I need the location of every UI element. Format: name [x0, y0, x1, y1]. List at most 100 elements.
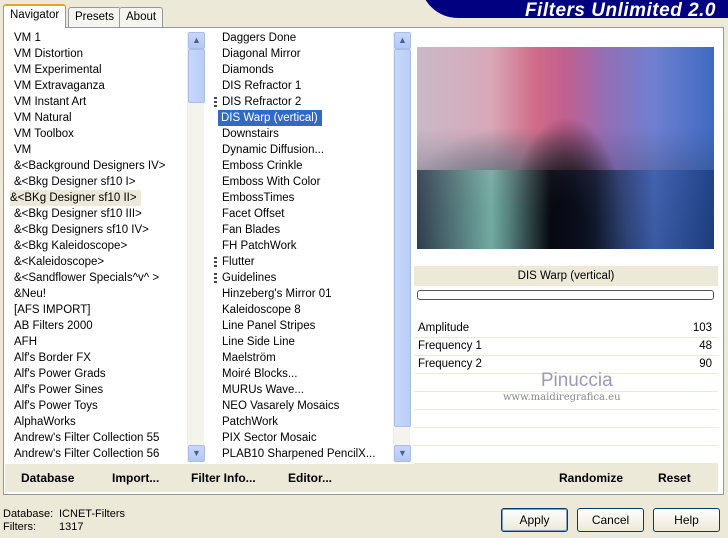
filter-item[interactable]: Flutter [214, 254, 392, 270]
filter-item-label: NEO Vasarely Mosaics [222, 400, 340, 412]
filter-item[interactable]: Emboss Crinkle [214, 158, 392, 174]
category-item[interactable]: VM Experimental [6, 62, 186, 78]
category-scrollbar[interactable]: ▲ ▼ [187, 32, 205, 462]
param-row[interactable]: Amplitude 103 [414, 320, 718, 338]
randomize-button[interactable]: Randomize [559, 471, 623, 485]
category-item[interactable]: &<Bkg Designers sf10 IV> [6, 222, 186, 238]
filter-item-label: Fan Blades [222, 224, 281, 236]
param-row-empty [414, 374, 718, 392]
filter-item[interactable]: Downstairs [214, 126, 392, 142]
category-item[interactable]: Alf's Power Grads [6, 366, 186, 382]
param-row[interactable]: Frequency 1 48 [414, 338, 718, 356]
param-row[interactable]: Frequency 2 90 [414, 356, 718, 374]
filter-item[interactable]: Kaleidoscope 8 [214, 302, 392, 318]
filter-item[interactable]: Diamonds [214, 62, 392, 78]
filters-label: Filters: [3, 521, 36, 533]
filter-item[interactable]: Facet Offset [214, 206, 392, 222]
category-item[interactable]: &<Kaleidoscope> [6, 254, 186, 270]
category-item[interactable]: &<Bkg Designer sf10 III> [6, 206, 186, 222]
category-item[interactable]: VM [6, 142, 186, 158]
filter-item[interactable]: Line Side Line [214, 334, 392, 350]
category-item[interactable]: VM Extravaganza [6, 78, 186, 94]
category-item[interactable]: Alf's Border FX [6, 350, 186, 366]
filter-item-label: Line Side Line [222, 336, 295, 348]
filter-item-label: Downstairs [222, 128, 279, 140]
filter-item[interactable]: Line Panel Stripes [214, 318, 392, 334]
filter-item-label: PLAB10 Sharpened PencilX... [222, 448, 376, 460]
filter-item[interactable]: Diagonal Mirror [214, 46, 392, 62]
category-list[interactable]: VM 1 VM Distortion VM Experimental VM Extra… [6, 30, 186, 462]
filter-item[interactable]: Moiré Blocks... [214, 366, 392, 382]
filter-item[interactable]: Hinzeberg's Mirror 01 [214, 286, 392, 302]
scroll-thumb[interactable] [188, 49, 205, 103]
param-value[interactable]: 90 [699, 356, 712, 373]
reset-button[interactable]: Reset [658, 471, 691, 485]
filter-item-label: DIS Warp (vertical) [221, 112, 318, 124]
category-item[interactable]: VM Toolbox [6, 126, 186, 142]
category-item[interactable]: AlphaWorks [6, 414, 186, 430]
category-item[interactable]: [AFS IMPORT] [6, 302, 186, 318]
scroll-down-icon[interactable]: ▼ [188, 445, 205, 462]
filter-item[interactable]: Guidelines [214, 270, 392, 286]
filter-item[interactable]: Fan Blades [214, 222, 392, 238]
param-row-empty [414, 410, 718, 428]
filter-item[interactable]: PLAB10 Sharpened PencilX... [214, 446, 392, 462]
filter-item[interactable]: NEO Vasarely Mosaics [214, 398, 392, 414]
filter-item[interactable]: EmbossTimes [214, 190, 392, 206]
filter-item[interactable]: DIS Refractor 1 [214, 78, 392, 94]
category-item[interactable]: AFH [6, 334, 186, 350]
filter-item-label: Emboss Crinkle [222, 160, 303, 172]
apply-button[interactable]: Apply [501, 508, 568, 532]
filter-item[interactable]: Emboss With Color [214, 174, 392, 190]
tab-presets[interactable]: Presets [68, 7, 121, 27]
filter-item-label: PIX Sector Mosaic [222, 432, 317, 444]
category-item[interactable]: AB Filters 2000 [6, 318, 186, 334]
category-item[interactable]: Andrew's Filter Collection 55 [6, 430, 186, 446]
filter-list[interactable]: Daggers Done Diagonal Mirror Diamonds DIS R… [214, 30, 392, 462]
filter-item[interactable]: Dynamic Diffusion... [214, 142, 392, 158]
help-button[interactable]: Help [653, 508, 720, 532]
filter-item[interactable]: DIS Refractor 2 [214, 94, 392, 110]
category-item[interactable]: &<Sandflower Specials^v^ > [6, 270, 186, 286]
category-item[interactable]: &<Bkg Designer sf10 I> [6, 174, 186, 190]
category-item[interactable]: VM Instant Art [6, 94, 186, 110]
filter-info-button[interactable]: Filter Info... [191, 471, 256, 485]
filter-item[interactable]: PIX Sector Mosaic [214, 430, 392, 446]
scroll-thumb[interactable] [394, 49, 411, 427]
category-item[interactable]: &<BKg Designer sf10 II> [10, 190, 141, 206]
filter-item[interactable]: FH PatchWork [214, 238, 392, 254]
filter-item[interactable]: Maelström [214, 350, 392, 366]
category-item[interactable]: Alf's Power Toys [6, 398, 186, 414]
filter-item[interactable]: MURUs Wave... [214, 382, 392, 398]
scroll-up-icon[interactable]: ▲ [394, 32, 411, 49]
param-value[interactable]: 103 [693, 320, 712, 337]
database-button[interactable]: Database [21, 471, 74, 485]
param-value[interactable]: 48 [699, 338, 712, 355]
category-item[interactable]: &<Bkg Kaleidoscope> [6, 238, 186, 254]
filter-item[interactable]: Daggers Done [214, 30, 392, 46]
filter-item[interactable]: PatchWork [214, 414, 392, 430]
scroll-down-icon[interactable]: ▼ [394, 445, 411, 462]
filter-scrollbar[interactable]: ▲ ▼ [393, 32, 411, 462]
category-item[interactable]: VM Natural [6, 110, 186, 126]
category-item[interactable]: &Neu! [6, 286, 186, 302]
category-item[interactable]: &<Background Designers IV> [6, 158, 186, 174]
import-button[interactable]: Import... [112, 471, 159, 485]
tab-navigator[interactable]: Navigator [3, 4, 67, 28]
bottom-toolbar: Database Import... Filter Info... Editor… [5, 464, 718, 492]
param-row-empty [414, 392, 718, 410]
filter-item[interactable]: DIS Warp (vertical) [218, 110, 322, 126]
param-name: Frequency 2 [418, 358, 482, 370]
category-item[interactable]: VM Distortion [6, 46, 186, 62]
filter-item-label: MURUs Wave... [222, 384, 304, 396]
param-row-empty [414, 428, 718, 446]
database-value: ICNET-Filters [59, 508, 125, 520]
cancel-button[interactable]: Cancel [577, 508, 644, 532]
category-item[interactable]: Andrew's Filter Collection 56 [6, 446, 186, 462]
category-item[interactable]: Alf's Power Sines [6, 382, 186, 398]
category-item[interactable]: VM 1 [6, 30, 186, 46]
editor-button[interactable]: Editor... [288, 471, 332, 485]
scroll-up-icon[interactable]: ▲ [188, 32, 205, 49]
filter-item-label: Maelström [222, 352, 276, 364]
tab-about[interactable]: About [119, 7, 164, 27]
